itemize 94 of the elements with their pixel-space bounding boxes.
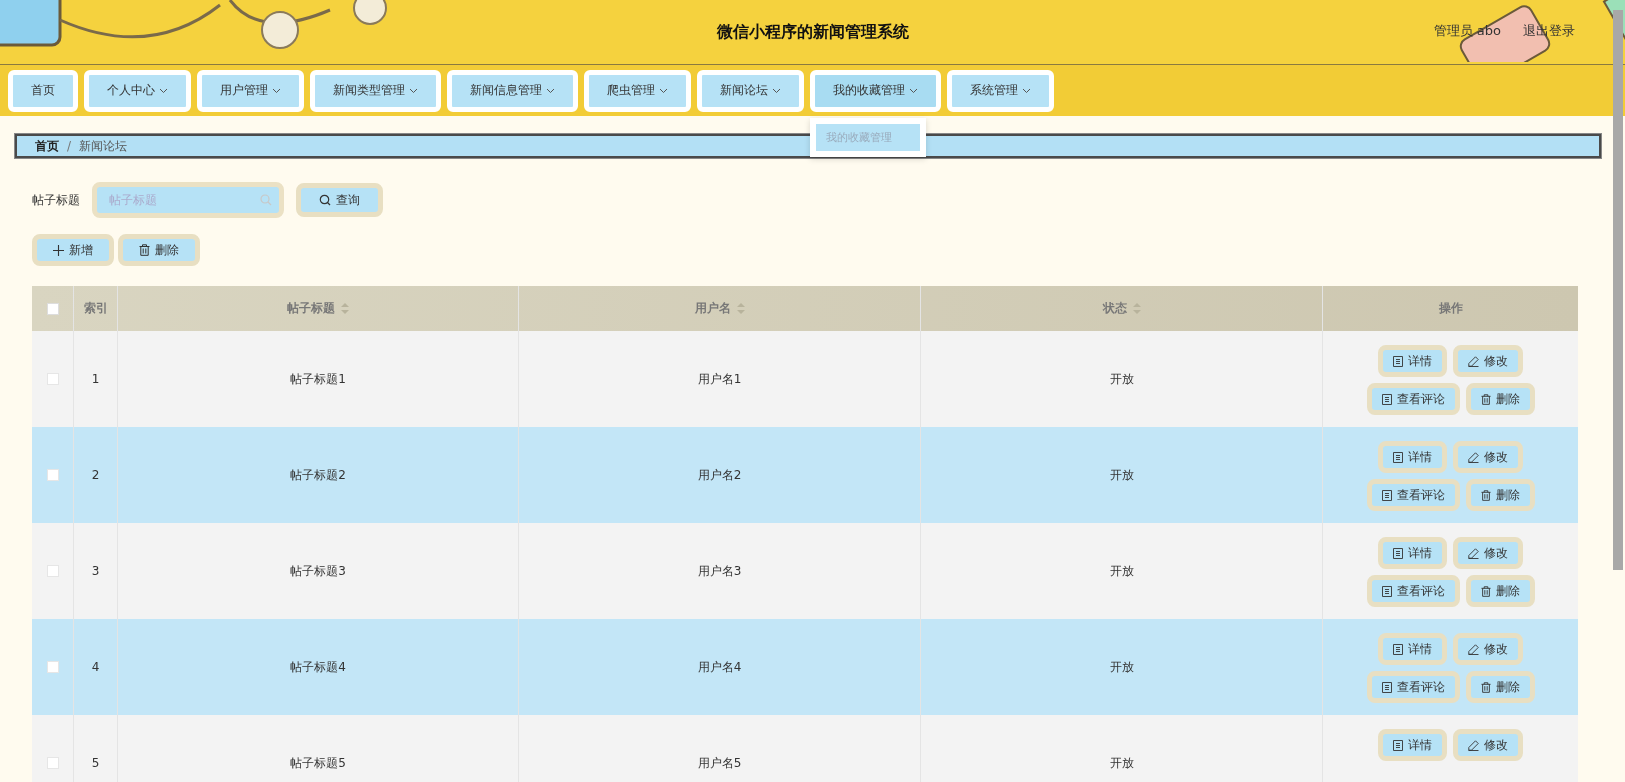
sort-icon[interactable] <box>1132 303 1141 314</box>
table-cell: 开放 <box>1109 562 1134 580</box>
scrollbar[interactable] <box>1613 10 1623 570</box>
row-checkbox[interactable] <box>46 469 59 481</box>
table-cell: 5 <box>91 756 100 770</box>
search-icon <box>319 194 331 206</box>
nav-menu-item[interactable]: 我的收藏管理 <box>810 69 941 112</box>
detail-button[interactable]: 详情 <box>1378 537 1447 569</box>
pencil-icon <box>1468 547 1479 559</box>
edit-button[interactable]: 修改 <box>1453 345 1523 377</box>
plus-icon <box>53 244 64 256</box>
trash-icon <box>1480 489 1491 501</box>
document-icon <box>1393 643 1403 655</box>
table-cell: 帖子标题5 <box>290 754 346 772</box>
nav-menu-item[interactable]: 新闻论坛 <box>697 69 804 112</box>
comments-button[interactable]: 查看评论 <box>1366 575 1460 607</box>
pencil-icon <box>1468 643 1479 655</box>
table-cell: 帖子标题3 <box>290 562 346 580</box>
table-cell: 用户名4 <box>697 658 742 676</box>
detail-button[interactable]: 详情 <box>1378 441 1447 473</box>
trash-icon <box>1480 681 1491 693</box>
trash-icon <box>1480 585 1491 597</box>
document-icon <box>1381 393 1392 405</box>
table-cell: 用户名5 <box>697 754 742 772</box>
row-checkbox[interactable] <box>46 661 59 673</box>
pencil-icon <box>1468 355 1479 367</box>
document-icon <box>1393 355 1403 367</box>
edit-button[interactable]: 修改 <box>1453 441 1523 473</box>
select-all-checkbox[interactable] <box>46 302 59 315</box>
column-header: 索引 <box>83 300 108 317</box>
table-cell: 开放 <box>1109 466 1134 484</box>
sort-icon[interactable] <box>736 303 745 314</box>
breadcrumb-link[interactable]: 新闻论坛 <box>79 137 128 155</box>
row-checkbox[interactable] <box>46 565 59 577</box>
document-icon <box>1381 585 1392 597</box>
nav-menu-item[interactable]: 爬虫管理 <box>584 69 691 112</box>
table-cell: 2 <box>91 468 100 482</box>
edit-button[interactable]: 修改 <box>1453 729 1523 761</box>
delete-button[interactable]: 删除 <box>1465 383 1535 415</box>
sort-icon[interactable] <box>341 303 349 314</box>
detail-button[interactable]: 详情 <box>1378 729 1447 761</box>
table-cell: 帖子标题2 <box>290 466 346 484</box>
delete-button[interactable]: 删除 <box>118 234 200 266</box>
column-header: 帖子标题 <box>287 300 335 317</box>
site-title: 微信小程序的新闻管理系统 <box>716 21 909 43</box>
delete-button[interactable]: 删除 <box>1465 671 1535 703</box>
trash-icon <box>139 244 150 256</box>
nav-menu-item[interactable]: 个人中心 <box>84 69 191 112</box>
comments-button[interactable]: 查看评论 <box>1366 671 1460 703</box>
detail-button[interactable]: 详情 <box>1378 633 1447 665</box>
document-icon <box>1393 739 1403 751</box>
breadcrumb-link[interactable]: 首页 <box>35 137 59 155</box>
document-icon <box>1381 489 1392 501</box>
document-icon <box>1393 547 1403 559</box>
search-label: 帖子标题 <box>32 191 80 209</box>
nav-menu-item[interactable]: 系统管理 <box>947 69 1054 112</box>
search-icon <box>260 194 272 206</box>
edit-button[interactable]: 修改 <box>1453 633 1523 665</box>
nav-menu-item[interactable]: 新闻类型管理 <box>310 69 441 112</box>
add-button[interactable]: 新增 <box>32 234 114 266</box>
nav-menu-item[interactable]: 首页 <box>8 69 78 112</box>
pencil-icon <box>1468 739 1479 751</box>
nav-menu-item[interactable]: 新闻信息管理 <box>447 69 578 112</box>
table-cell: 用户名3 <box>697 562 742 580</box>
document-icon <box>1381 681 1392 693</box>
table-cell: 1 <box>91 372 100 386</box>
breadcrumb-separator: / <box>67 139 72 153</box>
table-cell: 开放 <box>1109 658 1134 676</box>
table-cell: 帖子标题4 <box>290 658 346 676</box>
user-name: 管理员 abo <box>1433 22 1501 40</box>
row-checkbox[interactable] <box>46 373 59 385</box>
table-cell: 3 <box>91 564 100 578</box>
table-cell: 用户名1 <box>697 370 742 388</box>
comments-button[interactable]: 查看评论 <box>1366 479 1460 511</box>
table-cell: 4 <box>91 660 100 674</box>
search-button[interactable]: 查询 <box>296 183 383 217</box>
logout-link[interactable]: 退出登录 <box>1523 22 1575 40</box>
column-header: 状态 <box>1102 300 1127 317</box>
row-checkbox[interactable] <box>46 757 59 769</box>
table-cell: 帖子标题1 <box>290 370 346 388</box>
pencil-icon <box>1468 451 1479 463</box>
comments-button[interactable]: 查看评论 <box>1366 383 1460 415</box>
column-header: 用户名 <box>694 300 731 317</box>
table-cell: 用户名2 <box>697 466 742 484</box>
delete-button[interactable]: 删除 <box>1465 575 1535 607</box>
edit-button[interactable]: 修改 <box>1453 537 1523 569</box>
delete-button[interactable]: 删除 <box>1465 479 1535 511</box>
column-header: 操作 <box>1438 300 1463 317</box>
detail-button[interactable]: 详情 <box>1378 345 1447 377</box>
trash-icon <box>1480 393 1491 405</box>
table-cell: 开放 <box>1109 370 1134 388</box>
table-cell: 开放 <box>1109 754 1134 772</box>
document-icon <box>1393 451 1403 463</box>
nav-menu-item[interactable]: 用户管理 <box>197 69 304 112</box>
